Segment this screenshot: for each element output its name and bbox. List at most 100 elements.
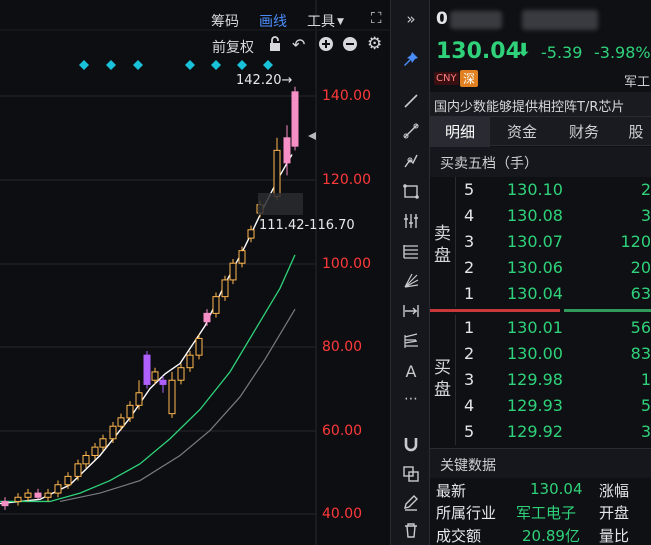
candle-body xyxy=(186,354,194,369)
fibonacci-tool-icon[interactable] xyxy=(391,238,431,264)
key-data-title: 关键数据 xyxy=(440,458,496,474)
undo-icon[interactable]: ↶ xyxy=(292,35,305,54)
candle-body xyxy=(74,463,82,477)
sell-order-row[interactable]: 1 130.04 63 xyxy=(460,281,651,307)
candle-body xyxy=(34,492,42,498)
stock-name-masked xyxy=(522,10,598,30)
sell-label-bottom: 盘 xyxy=(434,246,451,266)
fullscreen-icon[interactable]: ⛶ xyxy=(371,9,382,27)
expand-panel-icon[interactable]: » xyxy=(391,6,431,32)
stock-code-block[interactable]: 0 xyxy=(436,9,611,31)
tools-menu[interactable]: 工具 ▼ xyxy=(307,11,344,31)
ma60-line xyxy=(59,308,296,503)
more-tools-icon[interactable]: ⋯ xyxy=(391,386,431,412)
order-level: 1 xyxy=(464,284,475,303)
candle-body xyxy=(126,404,134,419)
order-level: 4 xyxy=(464,396,475,415)
buy-order-row[interactable]: 1 130.01 56 xyxy=(460,315,651,341)
ma5-line xyxy=(0,154,293,505)
candle-body xyxy=(168,379,176,415)
polyline-tool-icon[interactable] xyxy=(391,148,431,174)
gear-icon[interactable]: ⚙ xyxy=(367,34,382,54)
drawing-toolbar: » A ⋯ xyxy=(390,0,430,545)
sell-order-row[interactable]: 5 130.10 2 xyxy=(460,177,651,203)
rectangle-tool-icon[interactable] xyxy=(391,178,431,204)
measure-tool-icon[interactable] xyxy=(391,298,431,324)
gann-tool-icon[interactable] xyxy=(391,328,431,354)
volume-value: 20.89亿 xyxy=(522,527,580,545)
stock-terminal-window: 筹码 画线 工具 ▼ ⛶ 前复权 ↶ ⚙ 142.20→ 111.42-116.7… xyxy=(0,0,651,545)
order-level: 2 xyxy=(464,258,475,277)
order-volume: 1 xyxy=(640,370,651,389)
tab-funds[interactable]: 资金 xyxy=(492,117,552,147)
zoom-in-icon[interactable] xyxy=(318,36,334,56)
order-volume: 3 xyxy=(640,422,651,441)
orderbook-title: 买卖五档（手） xyxy=(440,156,538,172)
kline-chart[interactable] xyxy=(0,0,390,545)
candle-body xyxy=(82,454,90,465)
sell-order-row[interactable]: 2 130.06 20 xyxy=(460,255,651,281)
price-change-pct: -3.98% xyxy=(594,43,651,62)
exchange-badge: 深 xyxy=(460,70,479,87)
order-volume: 3 xyxy=(640,206,651,225)
candle-body xyxy=(273,149,281,197)
lock-icon[interactable] xyxy=(268,36,282,56)
buy-order-row[interactable]: 3 129.98 1 xyxy=(460,367,651,393)
buy-order-row[interactable]: 5 129.92 3 xyxy=(460,419,651,445)
pin-icon[interactable] xyxy=(391,46,431,72)
draw-line-button[interactable]: 画线 xyxy=(259,11,287,31)
line-tool-icon[interactable] xyxy=(391,88,431,114)
range-box xyxy=(258,193,303,215)
candle-body xyxy=(159,379,167,385)
order-price: 130.10 xyxy=(507,180,563,199)
segment-tool-icon[interactable] xyxy=(391,118,431,144)
price-adjust-button[interactable]: 前复权 xyxy=(212,37,254,57)
high-price-marker: 142.20→ xyxy=(236,73,293,88)
kline-chart-area[interactable]: 筹码 画线 工具 ▼ ⛶ 前复权 ↶ ⚙ 142.20→ 111.42-116.7… xyxy=(0,0,390,545)
event-marker xyxy=(237,60,247,70)
order-volume: 56 xyxy=(630,318,651,337)
stock-code: 0 xyxy=(436,9,448,29)
order-level: 2 xyxy=(464,344,475,363)
order-price: 130.06 xyxy=(507,258,563,277)
sell-order-row[interactable]: 4 130.08 3 xyxy=(460,203,651,229)
candle-body xyxy=(143,354,151,385)
zoom-out-icon[interactable] xyxy=(342,36,358,56)
quote-panel: 0 130.04 ⬇ -5.39 -3.98% CNY 深 军工 国内少数能够提… xyxy=(430,0,651,545)
tab-finance[interactable]: 财务 xyxy=(554,117,614,147)
text-tool-icon[interactable]: A xyxy=(391,358,431,384)
caret-down-icon: ▼ xyxy=(337,17,344,27)
buy-side-label: 买 盘 xyxy=(430,315,456,445)
magnet-icon[interactable] xyxy=(391,431,431,457)
stock-description: 国内少数能够提供相控阵T/R芯片 xyxy=(434,100,625,115)
sector-label[interactable]: 军工 xyxy=(624,71,650,90)
price-tick-label: 60.00 xyxy=(322,423,363,439)
event-marker xyxy=(106,60,116,70)
order-price: 130.04 xyxy=(507,284,563,303)
stock-description-bar: 国内少数能够提供相控阵T/R芯片 xyxy=(430,92,651,116)
candle-body xyxy=(54,484,62,494)
tab-detail[interactable]: 明细 xyxy=(430,117,490,147)
sell-order-row[interactable]: 3 130.07 120 xyxy=(460,229,651,255)
candle-body xyxy=(99,438,107,448)
tools-label: 工具 xyxy=(307,14,335,30)
price-tick-label: 140.00 xyxy=(322,88,371,104)
edit-icon[interactable] xyxy=(391,489,431,515)
candle-body xyxy=(14,496,22,502)
buy-order-row[interactable]: 4 129.93 5 xyxy=(460,393,651,419)
bid-ask-divider xyxy=(430,309,651,313)
event-marker xyxy=(133,60,143,70)
delete-icon[interactable] xyxy=(391,517,431,543)
order-price: 130.08 xyxy=(507,206,563,225)
industry-value[interactable]: 军工电子 xyxy=(516,502,576,523)
sell-side-label: 卖 盘 xyxy=(430,177,456,307)
fan-tool-icon[interactable] xyxy=(391,268,431,294)
order-price: 129.92 xyxy=(507,422,563,441)
layers-icon[interactable] xyxy=(391,461,431,487)
parallel-lines-icon[interactable] xyxy=(391,208,431,234)
tab-stock[interactable]: 股 xyxy=(616,117,651,147)
candle-body xyxy=(109,425,117,440)
candle-body xyxy=(24,492,32,498)
buy-order-row[interactable]: 2 130.00 83 xyxy=(460,341,651,367)
chips-button[interactable]: 筹码 xyxy=(211,11,239,31)
